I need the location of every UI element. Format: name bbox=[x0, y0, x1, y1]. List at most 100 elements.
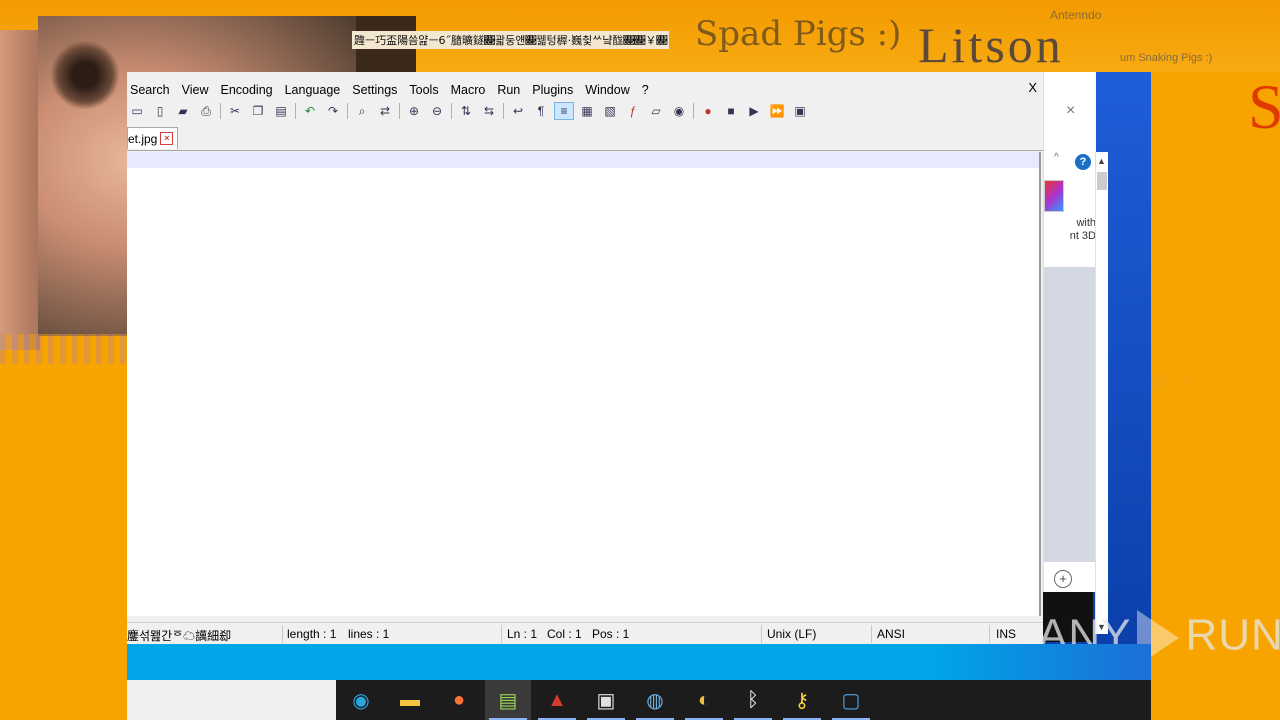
menu-help[interactable]: ? bbox=[639, 83, 655, 97]
undo-icon[interactable]: ↶ bbox=[300, 102, 320, 120]
background-small-text-2: um Snaking Pigs :) bbox=[1120, 52, 1213, 64]
menu-encoding[interactable]: Encoding bbox=[217, 83, 278, 97]
status-length: length : 1 bbox=[287, 627, 337, 641]
firefox-icon: ● bbox=[452, 688, 466, 711]
document-map-icon[interactable]: ▦ bbox=[577, 102, 597, 120]
cut-icon[interactable]: ✂ bbox=[225, 102, 245, 120]
menu-language[interactable]: Language bbox=[282, 83, 347, 97]
taskbar-button-8[interactable]: ᛒ bbox=[730, 680, 776, 720]
status-bar: 鏖섞뫮간ᅙ☁䜕細㕁 length : 1 lines : 1 Ln : 1 Co… bbox=[127, 622, 1043, 645]
background-big-letter: S bbox=[1248, 71, 1280, 142]
word-wrap-icon[interactable]: ↩ bbox=[508, 102, 528, 120]
watermark-right: RUN bbox=[1185, 610, 1280, 660]
save-macro-icon[interactable]: ▣ bbox=[790, 102, 810, 120]
notepad-plus-plus-window: Search View Encoding Language Settings T… bbox=[127, 72, 1043, 645]
cyan-band-fade bbox=[927, 644, 1151, 680]
paint-icon: ◐ bbox=[697, 688, 711, 711]
taskbar-button-2[interactable]: ● bbox=[436, 680, 482, 720]
taskbar-button-4[interactable]: ▲ bbox=[534, 680, 580, 720]
status-line-number: Ln : 1 bbox=[507, 627, 538, 641]
close-document-button[interactable]: X bbox=[1028, 80, 1037, 95]
window-icon: ▢ bbox=[841, 689, 861, 712]
run-macro-multiple-icon[interactable]: ⏩ bbox=[767, 102, 787, 120]
background-photo-edge bbox=[0, 30, 40, 350]
edge-icon: ◉ bbox=[352, 689, 370, 712]
record-macro-icon[interactable]: ● bbox=[698, 102, 718, 120]
menu-view[interactable]: View bbox=[179, 83, 215, 97]
replace-icon[interactable]: ⇄ bbox=[375, 102, 395, 120]
text-editor[interactable] bbox=[127, 152, 1041, 616]
taskbar-button-6[interactable]: ◍ bbox=[632, 680, 678, 720]
toolbar-divider bbox=[399, 103, 400, 119]
close-tab-icon[interactable]: × bbox=[160, 132, 174, 145]
status-column: Col : 1 bbox=[547, 627, 582, 641]
play-macro-icon[interactable]: ▶ bbox=[744, 102, 764, 120]
current-line-highlight bbox=[127, 152, 1039, 168]
new-file-icon[interactable]: ▭ bbox=[127, 102, 147, 120]
print-icon[interactable]: ⎙ bbox=[196, 102, 216, 120]
status-insert-mode: INS bbox=[996, 627, 1017, 641]
toolbar-divider bbox=[503, 103, 504, 119]
taskbar-button-1[interactable]: ▬ bbox=[387, 680, 433, 720]
menu-search[interactable]: Search bbox=[127, 83, 176, 97]
background-glitch-stripe bbox=[0, 334, 128, 364]
show-all-characters-icon[interactable]: ¶ bbox=[531, 102, 551, 120]
zoom-out-icon[interactable]: ⊖ bbox=[427, 102, 447, 120]
sync-vertical-icon[interactable]: ⇅ bbox=[456, 102, 476, 120]
background-faint-text: gs :) bbox=[1150, 365, 1189, 390]
menu-tools[interactable]: Tools bbox=[406, 83, 444, 97]
paste-icon[interactable]: ▤ bbox=[271, 102, 291, 120]
menu-run[interactable]: Run bbox=[494, 83, 526, 97]
status-divider bbox=[989, 625, 990, 643]
taskbar-button-7[interactable]: ◐ bbox=[681, 680, 727, 720]
monitoring-icon[interactable]: ◉ bbox=[669, 102, 689, 120]
redo-icon[interactable]: ↷ bbox=[323, 102, 343, 120]
side-scrollbar[interactable]: ▲ ▼ bbox=[1095, 152, 1108, 634]
toolbar-divider bbox=[693, 103, 694, 119]
menu-plugins[interactable]: Plugins bbox=[529, 83, 579, 97]
taskbar-button-5[interactable]: ▣ bbox=[583, 680, 629, 720]
find-icon[interactable]: ⌕ bbox=[352, 102, 372, 120]
folder-icon[interactable]: ▱ bbox=[646, 102, 666, 120]
paint-3d-icon bbox=[1044, 180, 1064, 212]
status-divider bbox=[282, 625, 283, 643]
folder-as-workspace-icon[interactable]: ƒ bbox=[623, 102, 643, 120]
bluetooth-icon: ᛒ bbox=[747, 688, 759, 711]
copy-icon[interactable]: ❐ bbox=[248, 102, 268, 120]
open-with-dialog: × ^ ? with nt 3D + bbox=[1043, 72, 1096, 592]
stop-record-icon[interactable]: ■ bbox=[721, 102, 741, 120]
menu-window[interactable]: Window bbox=[582, 83, 635, 97]
menu-settings[interactable]: Settings bbox=[349, 83, 403, 97]
toolbar: ▭ ▯ ▰ ⎙ ✂ ❐ ▤ ↶ ↷ ⌕ ⇄ ⊕ ⊖ ⇅ ⇆ ↩ ¶ ≡ ▦ ▧ … bbox=[127, 100, 1043, 122]
tab-bar: et.jpg × bbox=[127, 126, 1043, 151]
help-icon[interactable]: ? bbox=[1075, 154, 1091, 170]
taskbar-button-3[interactable]: ▤ bbox=[485, 680, 531, 720]
indent-guide-icon[interactable]: ≡ bbox=[554, 102, 574, 120]
taskbar: ◉ ▬ ● ▤ ▲ ▣ ◍ ◐ ᛒ ⚷ ▢ bbox=[336, 680, 1151, 720]
zoom-in-icon[interactable]: ⊕ bbox=[404, 102, 424, 120]
save-icon[interactable]: ▰ bbox=[173, 102, 193, 120]
scroll-thumb[interactable] bbox=[1097, 172, 1107, 190]
app-list-area bbox=[1044, 267, 1096, 562]
chevron-up-icon[interactable]: ^ bbox=[1054, 152, 1059, 163]
taskbar-button-10[interactable]: ▢ bbox=[828, 680, 874, 720]
scroll-up-icon[interactable]: ▲ bbox=[1097, 156, 1106, 166]
app-icon: ▲ bbox=[547, 688, 567, 711]
taskbar-button-9[interactable]: ⚷ bbox=[779, 680, 825, 720]
tab-document[interactable]: et.jpg × bbox=[127, 127, 179, 149]
sync-horizontal-icon[interactable]: ⇆ bbox=[479, 102, 499, 120]
network-icon: ◍ bbox=[646, 689, 664, 712]
menu-macro[interactable]: Macro bbox=[448, 83, 492, 97]
open-file-icon[interactable]: ▯ bbox=[150, 102, 170, 120]
taskbar-button-0[interactable]: ◉ bbox=[338, 680, 384, 720]
tab-label: et.jpg bbox=[128, 131, 158, 146]
close-icon[interactable]: × bbox=[1066, 102, 1075, 120]
add-icon[interactable]: + bbox=[1054, 570, 1072, 588]
function-list-icon[interactable]: ▧ bbox=[600, 102, 620, 120]
open-with-app-label[interactable]: with nt 3D bbox=[1044, 217, 1096, 243]
toolbar-divider bbox=[220, 103, 221, 119]
background-title-text: Litson bbox=[918, 17, 1064, 73]
document-icon: ▣ bbox=[596, 689, 616, 712]
desktop-cyan-band bbox=[127, 644, 1151, 680]
taskbar-left-region bbox=[127, 680, 336, 720]
